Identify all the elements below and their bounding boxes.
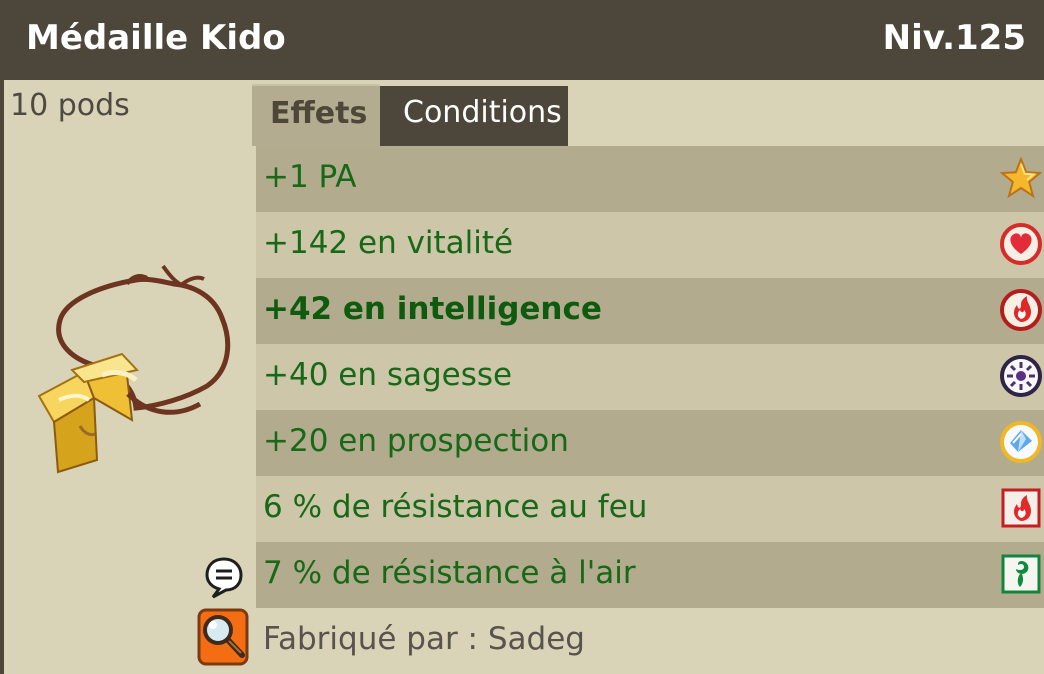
crafter-text: Fabriqué par : Sadeg — [263, 621, 585, 657]
item-tooltip-window: Médaille Kido Niv.125 10 pods Effets Con… — [0, 0, 1044, 674]
effect-text: +20 en prospection — [263, 423, 569, 459]
effect-row-vitality: +142 en vitalité — [256, 212, 1044, 278]
tab-conditions[interactable]: Conditions — [380, 86, 568, 146]
effect-text: +42 en intelligence — [263, 291, 602, 327]
star-icon — [1000, 157, 1042, 199]
air-resistance-icon — [1001, 554, 1041, 594]
heart-icon — [1000, 223, 1042, 265]
item-name: Médaille Kido — [26, 18, 286, 58]
effect-row-air-resistance: 7 % de résistance à l'air — [256, 542, 1044, 608]
effect-text: +142 en vitalité — [263, 225, 514, 261]
effect-row-wisdom: +40 en sagesse — [256, 344, 1044, 410]
item-level: Niv.125 — [882, 18, 1026, 58]
speech-bubble-icon[interactable] — [204, 556, 244, 600]
fire-icon — [1000, 289, 1042, 331]
item-weight: 10 pods — [10, 88, 130, 123]
title-bar: Médaille Kido Niv.125 — [4, 0, 1044, 80]
prospecting-icon — [1000, 421, 1042, 463]
medal-necklace-icon — [37, 264, 231, 474]
tab-effects[interactable]: Effets — [252, 84, 380, 146]
effect-row-fire-resistance: 6 % de résistance au feu — [256, 476, 1044, 542]
effect-text: 6 % de résistance au feu — [263, 489, 648, 525]
effect-row-prospecting: +20 en prospection — [256, 410, 1044, 476]
effect-text: 7 % de résistance à l'air — [263, 555, 636, 591]
effects-list: +1 PA +142 en vitalité +42 en intelligen… — [256, 146, 1044, 608]
wisdom-icon — [1000, 355, 1042, 397]
effect-row-ap: +1 PA — [256, 146, 1044, 212]
crafter-row: Fabriqué par : Sadeg — [256, 608, 1044, 674]
magnifier-icon[interactable] — [197, 608, 249, 666]
effect-row-intelligence: +42 en intelligence — [256, 278, 1044, 344]
effect-text: +40 en sagesse — [263, 357, 513, 393]
fire-resistance-icon — [1001, 488, 1041, 528]
effect-text: +1 PA — [263, 159, 357, 195]
